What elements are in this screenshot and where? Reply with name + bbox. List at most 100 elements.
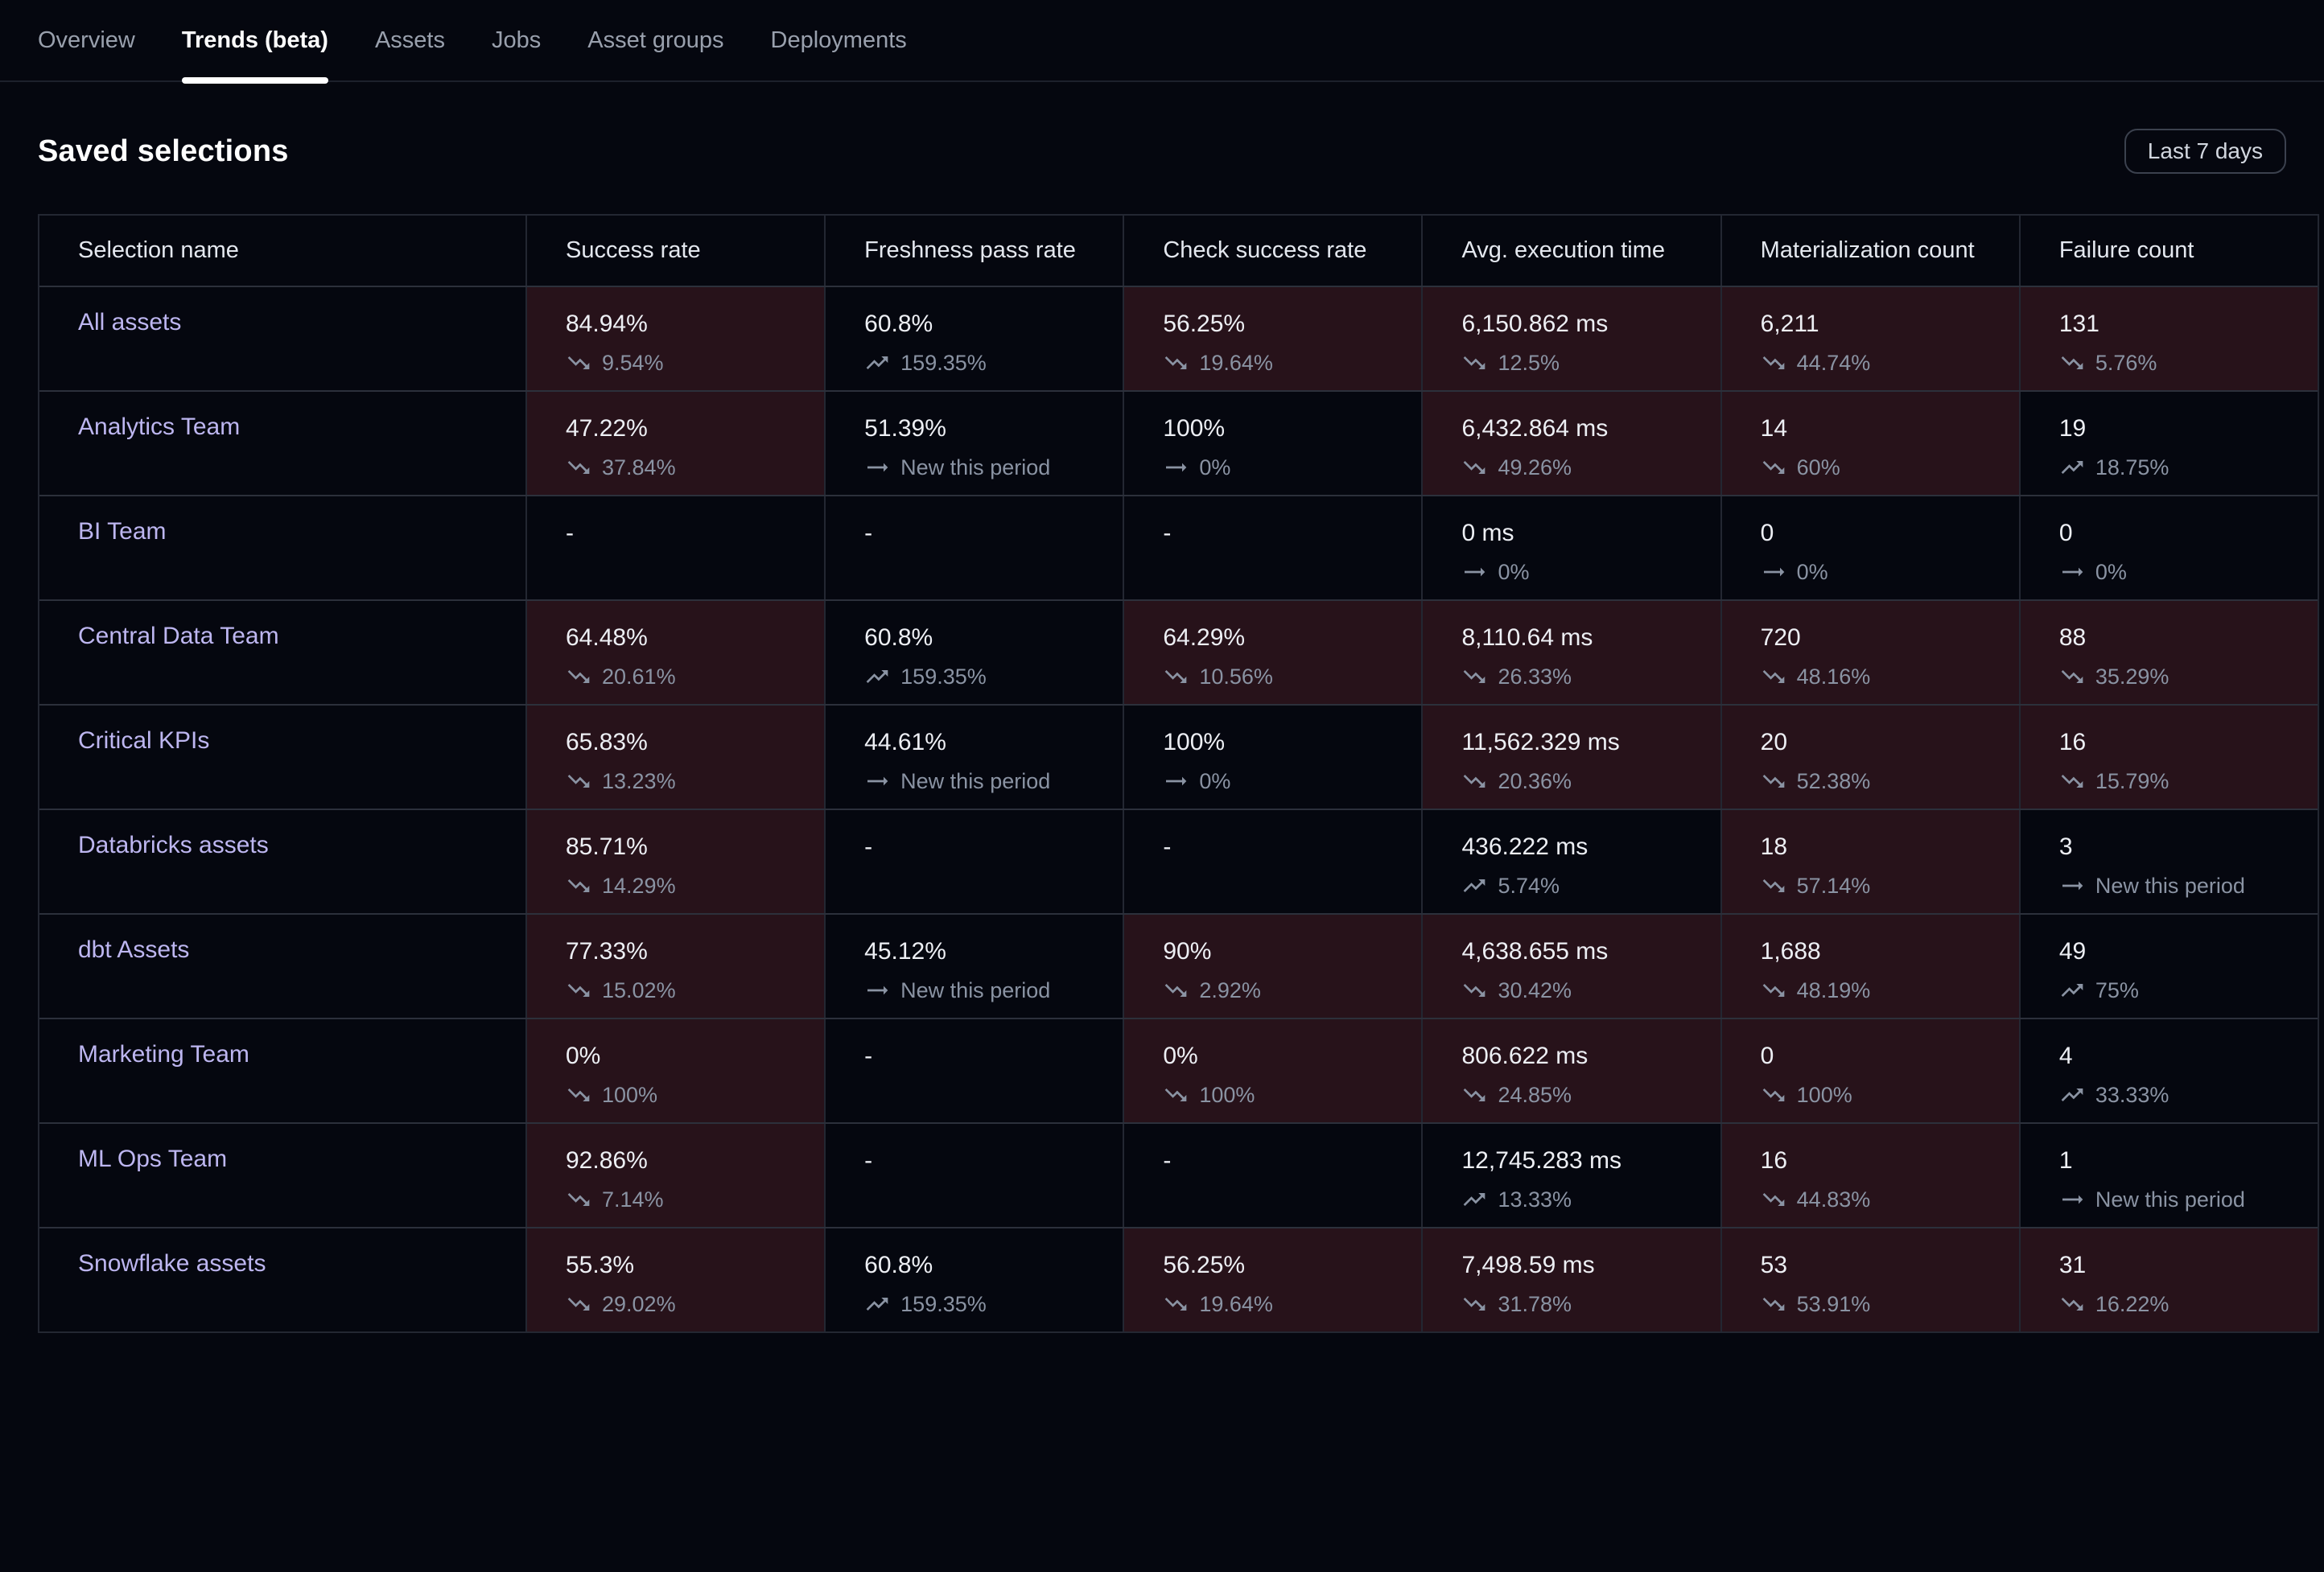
trending-down-icon [566,1082,591,1108]
metric-value: 8,110.64 ms [1461,623,1704,653]
metric-value: 64.48% [566,623,808,653]
selection-link[interactable]: dbt Assets [78,936,189,963]
trend-indicator: 18.75% [2059,455,2301,480]
selection-link[interactable]: BI Team [78,518,167,545]
trend-indicator: 20.36% [1461,768,1704,794]
trend-indicator: 52.38% [1761,768,2003,794]
metric-value: 88 [2059,623,2301,653]
metric-value: 6,211 [1761,309,2003,340]
tab-assets[interactable]: Assets [375,0,445,80]
trend-text: 0% [1797,559,1828,585]
metric-value: 3 [2059,832,2301,862]
trend-text: 20.36% [1498,768,1572,794]
trend-text: 48.19% [1797,977,1871,1003]
tab-trends-beta[interactable]: Trends (beta) [182,0,328,80]
trending-up-icon [1461,1187,1487,1212]
metric-cell: 0 100% [1720,1019,2019,1122]
time-range-button[interactable]: Last 7 days [2124,129,2286,174]
metric-cell: 77.33% 15.02% [525,915,824,1018]
trending-down-icon [1461,977,1487,1003]
metric-cell: 49 75% [2019,915,2318,1018]
trend-text: 20.61% [602,664,676,689]
trend-text: New this period [900,455,1050,480]
trend-text: New this period [2095,873,2245,899]
metric-cell: - [824,810,1123,913]
metric-value: 4 [2059,1041,2301,1072]
trending-down-icon [566,455,591,480]
trend-indicator: 60% [1761,455,2003,480]
trend-text: New this period [900,977,1050,1003]
metric-value: 51.39% [864,414,1106,444]
metric-cell: 720 48.16% [1720,601,2019,704]
trending-down-icon [1163,977,1189,1003]
trend-text: 60% [1797,455,1840,480]
selection-name-cell: All assets [39,287,525,390]
metric-cell: - [1123,496,1421,599]
trending-down-icon [1761,455,1786,480]
metric-cell: 53 53.91% [1720,1228,2019,1331]
trend-indicator: 48.16% [1761,664,2003,689]
selection-name-cell: Central Data Team [39,601,525,704]
trending-up-icon [864,664,890,689]
trend-indicator: 159.35% [864,1291,1106,1317]
trending-down-icon [1163,1291,1189,1317]
metric-cell: 64.48% 20.61% [525,601,824,704]
trend-indicator: 0% [2059,559,2301,585]
metric-cell: 65.83% 13.23% [525,706,824,809]
selection-link[interactable]: Databricks assets [78,832,269,858]
metric-cell: 100% 0% [1123,706,1421,809]
trend-indicator: 5.76% [2059,350,2301,376]
trending-down-icon [1761,768,1786,794]
metric-cell: 47.22% 37.84% [525,392,824,495]
metric-value: 77.33% [566,936,808,967]
tab-deployments[interactable]: Deployments [771,0,907,80]
trend-indicator: 53.91% [1761,1291,2003,1317]
column-header: Avg. execution time [1421,216,1720,286]
trend-text: 13.23% [602,768,676,794]
trend-text: 159.35% [900,1291,987,1317]
page-title: Saved selections [38,134,289,169]
metric-value: 0% [566,1041,808,1072]
metric-cell: 6,432.864 ms 49.26% [1421,392,1720,495]
trending-down-icon [1761,977,1786,1003]
metric-cell: - [824,1019,1123,1122]
trending-down-icon [566,664,591,689]
trending-down-icon [2059,768,2085,794]
metric-cell: 1,688 48.19% [1720,915,2019,1018]
page-header: Saved selections Last 7 days [0,129,2324,174]
metric-value: 31 [2059,1250,2301,1281]
trend-indicator: New this period [864,768,1106,794]
trend-text: 13.33% [1498,1187,1572,1212]
trend-indicator: 37.84% [566,455,808,480]
table-row: dbt Assets 77.33% 15.02% 45.12% New this… [39,913,2318,1018]
metric-value: 16 [2059,727,2301,758]
trend-text: 48.16% [1797,664,1871,689]
trend-text: New this period [900,768,1050,794]
selection-name-cell: BI Team [39,496,525,599]
trend-indicator: 159.35% [864,664,1106,689]
trending-down-icon [1461,350,1487,376]
selection-link[interactable]: Central Data Team [78,623,279,649]
metric-value: 84.94% [566,309,808,340]
metric-value: - [864,518,1106,549]
trend-text: 159.35% [900,350,987,376]
selection-link[interactable]: ML Ops Team [78,1146,227,1172]
metric-value: 56.25% [1163,1250,1405,1281]
tab-jobs[interactable]: Jobs [492,0,541,80]
trend-indicator: 159.35% [864,350,1106,376]
trend-indicator: 100% [1761,1082,2003,1108]
trend-indicator: 30.42% [1461,977,1704,1003]
selection-link[interactable]: All assets [78,309,181,335]
tab-asset-groups[interactable]: Asset groups [587,0,723,80]
selection-link[interactable]: Critical KPIs [78,727,209,754]
metric-value: 0 [2059,518,2301,549]
trend-indicator: 49.26% [1461,455,1704,480]
tab-overview[interactable]: Overview [38,0,135,80]
selection-link[interactable]: Analytics Team [78,414,240,440]
trend-indicator: 24.85% [1461,1082,1704,1108]
selection-link[interactable]: Snowflake assets [78,1250,266,1277]
metric-value: 1 [2059,1146,2301,1176]
selection-link[interactable]: Marketing Team [78,1041,249,1068]
table-row: Marketing Team 0% 100% - 0% 100% 806.622… [39,1018,2318,1122]
metric-cell: 100% 0% [1123,392,1421,495]
